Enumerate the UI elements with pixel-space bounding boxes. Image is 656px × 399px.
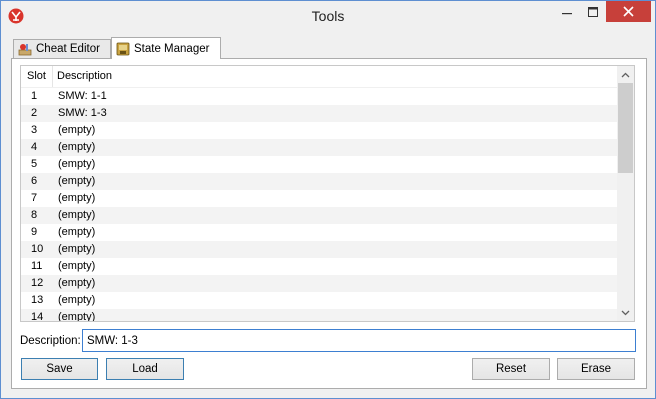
slot-cell: 2 <box>31 107 38 119</box>
column-divider[interactable] <box>52 66 53 87</box>
table-row[interactable]: 11 (empty) <box>21 258 617 275</box>
table-header: Slot Description <box>21 66 617 88</box>
title-bar[interactable]: Tools <box>1 1 655 32</box>
slot-cell: 1 <box>31 90 38 102</box>
cheat-editor-icon <box>18 42 32 56</box>
slot-cell: 4 <box>31 141 38 153</box>
column-header-slot[interactable]: Slot <box>27 70 46 82</box>
table-row[interactable]: 1 SMW: 1-1 <box>21 88 617 105</box>
slot-cell: 10 <box>31 243 44 255</box>
description-cell: (empty) <box>58 209 96 221</box>
slot-cell: 14 <box>31 311 44 322</box>
state-slot-list[interactable]: Slot Description 1 SMW: 1-1 2 SMW: 1-3 3 (e… <box>20 65 635 322</box>
reset-button[interactable]: Reset <box>472 358 550 380</box>
state-manager-icon <box>116 42 130 56</box>
tab-strip: Cheat Editor State Manager <box>11 37 651 59</box>
description-cell: (empty) <box>58 243 96 255</box>
scroll-thumb[interactable] <box>618 83 633 173</box>
slot-cell: 13 <box>31 294 44 306</box>
table-row[interactable]: 7 (empty) <box>21 190 617 207</box>
load-button[interactable]: Load <box>106 358 184 380</box>
slot-cell: 12 <box>31 277 44 289</box>
scroll-down-button[interactable] <box>617 304 634 321</box>
tab-cheat-editor[interactable]: Cheat Editor <box>13 39 111 58</box>
slot-cell: 8 <box>31 209 38 221</box>
description-cell: (empty) <box>58 175 96 187</box>
table-row[interactable]: 5 (empty) <box>21 156 617 173</box>
chevron-up-icon <box>621 72 630 77</box>
table-row[interactable]: 14 (empty) <box>21 309 617 322</box>
description-cell: (empty) <box>58 260 96 272</box>
description-cell: (empty) <box>58 158 96 170</box>
table-row[interactable]: 10 (empty) <box>21 241 617 258</box>
slot-cell: 11 <box>31 260 43 272</box>
tab-cheat-editor-label: Cheat Editor <box>36 43 100 55</box>
maximize-button[interactable] <box>580 1 606 22</box>
close-icon <box>623 6 634 17</box>
tab-state-manager-label: State Manager <box>134 42 210 55</box>
minimize-button[interactable] <box>554 1 580 22</box>
vertical-scrollbar[interactable] <box>617 66 634 321</box>
description-cell: (empty) <box>58 226 96 238</box>
table-row[interactable]: 9 (empty) <box>21 224 617 241</box>
description-cell: (empty) <box>58 294 96 306</box>
scroll-up-button[interactable] <box>617 66 634 83</box>
slot-cell: 7 <box>31 192 38 204</box>
description-cell: (empty) <box>58 277 96 289</box>
close-button[interactable] <box>606 1 651 22</box>
table-body: 1 SMW: 1-1 2 SMW: 1-3 3 (empty) 4 (empty) 5 (… <box>21 88 617 322</box>
description-cell: (empty) <box>58 124 96 136</box>
tools-window: Tools Cheat Editor State Manager Slot De… <box>0 0 656 399</box>
slot-cell: 5 <box>31 158 38 170</box>
description-cell: (empty) <box>58 311 96 322</box>
description-cell: (empty) <box>58 192 96 204</box>
table-row[interactable]: 8 (empty) <box>21 207 617 224</box>
description-input[interactable] <box>82 329 636 352</box>
description-cell: SMW: 1-3 <box>58 107 107 119</box>
slot-cell: 6 <box>31 175 38 187</box>
table-row[interactable]: 12 (empty) <box>21 275 617 292</box>
minimize-icon <box>562 12 572 14</box>
column-header-description[interactable]: Description <box>57 70 112 82</box>
table-row[interactable]: 6 (empty) <box>21 173 617 190</box>
table-row[interactable]: 4 (empty) <box>21 139 617 156</box>
slot-cell: 3 <box>31 124 38 136</box>
tab-state-manager[interactable]: State Manager <box>111 37 221 59</box>
chevron-down-icon <box>621 310 630 315</box>
maximize-icon <box>588 6 598 17</box>
table-row[interactable]: 13 (empty) <box>21 292 617 309</box>
table-row[interactable]: 2 SMW: 1-3 <box>21 105 617 122</box>
erase-button[interactable]: Erase <box>557 358 635 380</box>
save-button[interactable]: Save <box>21 358 98 380</box>
slot-cell: 9 <box>31 226 38 238</box>
description-cell: SMW: 1-1 <box>58 90 107 102</box>
table-row[interactable]: 3 (empty) <box>21 122 617 139</box>
description-cell: (empty) <box>58 141 96 153</box>
description-label: Description: <box>20 335 81 347</box>
